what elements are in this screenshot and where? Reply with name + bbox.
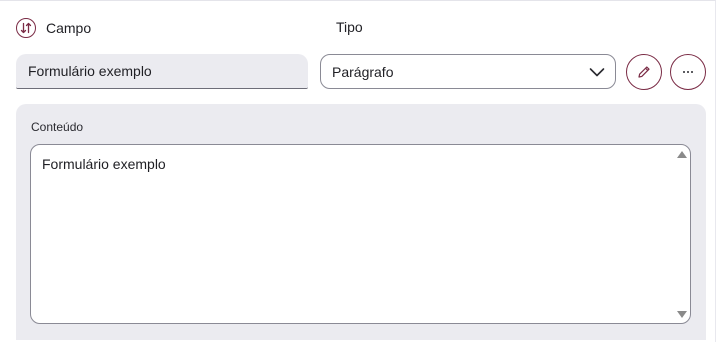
scroll-down-arrow-icon[interactable] — [677, 311, 687, 318]
sort-arrows-icon[interactable] — [16, 18, 36, 38]
ellipsis-icon — [683, 71, 693, 73]
field-name-input[interactable] — [16, 54, 308, 89]
tipo-label: Tipo — [336, 19, 363, 35]
sort-arrows-glyph — [20, 22, 32, 34]
field-type-value: Parágrafo — [332, 63, 394, 80]
campo-label: Campo — [46, 20, 92, 36]
content-textarea[interactable]: Formulário exemplo — [30, 144, 691, 324]
chevron-down-icon — [589, 68, 605, 77]
content-text: Formulário exemplo — [42, 156, 166, 172]
edit-button[interactable] — [626, 54, 662, 90]
content-panel: Conteúdo Formulário exemplo — [16, 104, 706, 340]
more-options-button[interactable] — [670, 54, 706, 90]
field-type-select[interactable]: Parágrafo — [320, 54, 616, 89]
scroll-up-arrow-icon[interactable] — [677, 151, 687, 158]
campo-header: Campo — [16, 17, 91, 39]
content-label: Conteúdo — [31, 120, 84, 134]
pencil-icon — [638, 66, 650, 78]
form-field-card: Campo Tipo Parágrafo Conteúdo Formulário… — [0, 0, 716, 342]
